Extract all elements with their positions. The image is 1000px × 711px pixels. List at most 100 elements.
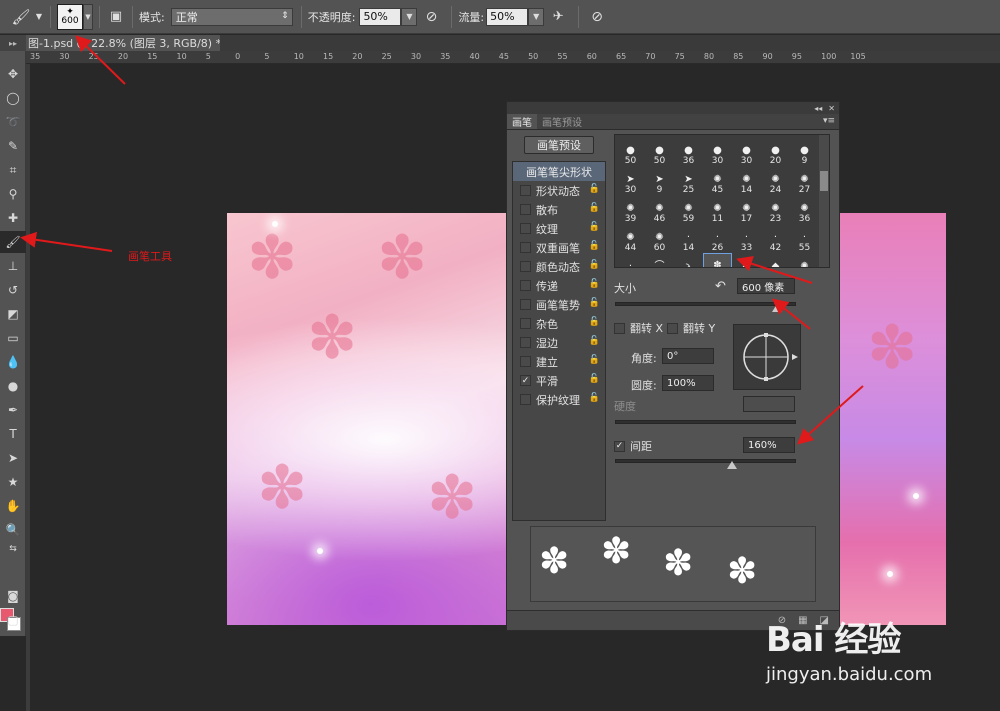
brush-tip-cell[interactable]: ✺ 45: [703, 166, 732, 195]
brush-tip-cell[interactable]: ✺ 14: [732, 166, 761, 195]
spacing-input[interactable]: 160%: [743, 437, 795, 453]
hand-tool-icon[interactable]: ✋: [0, 495, 26, 517]
toolbox-collapse-icon[interactable]: ▸▸: [0, 35, 26, 51]
brush-tip-cell[interactable]: ● 20: [761, 137, 790, 166]
brush-tip-cell[interactable]: ϡ134: [674, 253, 703, 267]
lock-icon[interactable]: 🔓: [589, 203, 600, 213]
size-slider-knob[interactable]: [772, 304, 782, 312]
flow-dropdown[interactable]: ▼: [528, 7, 545, 26]
lock-icon[interactable]: 🔓: [589, 298, 600, 308]
option-checkbox[interactable]: [520, 318, 531, 329]
brush-tip-cell[interactable]: ✺ 60: [645, 224, 674, 253]
brush-tip-cell[interactable]: ➤ 9: [645, 166, 674, 195]
brush-tip-cell[interactable]: ● 50: [616, 137, 645, 166]
brush-option-item[interactable]: 画笔笔势 🔓: [513, 295, 605, 314]
brush-panel-toggle-icon[interactable]: ▣: [106, 9, 126, 24]
blur-tool-icon[interactable]: 💧: [0, 351, 26, 373]
brush-tip-cell[interactable]: · 26: [703, 224, 732, 253]
flip-y-box[interactable]: [667, 322, 678, 334]
brush-option-item[interactable]: 纹理 🔓: [513, 219, 605, 238]
brush-tip-cell[interactable]: ● 30: [703, 137, 732, 166]
brush-tip-cell[interactable]: ✺ 36: [790, 195, 819, 224]
grid-scroll-thumb[interactable]: [820, 171, 828, 191]
spacing-check-box[interactable]: ✓: [614, 440, 625, 452]
brush-tip-shape-item[interactable]: 画笔笔尖形状: [513, 162, 605, 181]
reset-size-icon[interactable]: ↶: [715, 279, 726, 294]
angle-input[interactable]: 0°: [662, 348, 714, 364]
spacing-checkbox[interactable]: ✓ 间距: [614, 438, 652, 454]
size-input[interactable]: 600 像素: [737, 278, 795, 294]
brush-tip-cell[interactable]: ·70: [616, 253, 645, 267]
brush-option-item[interactable]: 双重画笔 🔓: [513, 238, 605, 257]
tab-brush-presets[interactable]: 画笔预设: [537, 114, 587, 129]
lock-icon[interactable]: 🔓: [589, 355, 600, 365]
pen-tool-icon[interactable]: ✒: [0, 399, 26, 421]
healing-brush-tool-icon[interactable]: ✚: [0, 207, 26, 229]
brush-tip-cell[interactable]: ✺ 46: [645, 195, 674, 224]
brush-tip-cell[interactable]: ✺ 17: [732, 195, 761, 224]
brush-tip-cell[interactable]: ● 30: [732, 137, 761, 166]
brush-tip-cell[interactable]: ✽74: [703, 253, 732, 267]
spacing-slider[interactable]: [615, 459, 796, 463]
brush-option-item[interactable]: 颜色动态 🔓: [513, 257, 605, 276]
brush-option-item[interactable]: 湿边 🔓: [513, 333, 605, 352]
tab-brush[interactable]: 画笔: [507, 114, 537, 129]
brush-option-item[interactable]: 散布 🔓: [513, 200, 605, 219]
lasso-tool-icon[interactable]: ➰: [0, 111, 26, 133]
move-tool-icon[interactable]: ✥: [0, 63, 26, 85]
lock-icon[interactable]: 🔓: [589, 222, 600, 232]
brush-tip-cell[interactable]: ✺90: [790, 253, 819, 267]
lock-icon[interactable]: 🔓: [589, 317, 600, 327]
flow-input[interactable]: 50%: [486, 7, 529, 26]
option-checkbox[interactable]: [520, 394, 531, 405]
pressure-opacity-icon[interactable]: ⊘: [417, 9, 445, 25]
option-checkbox[interactable]: [520, 223, 531, 234]
brush-size-picker[interactable]: ✦ 600: [57, 3, 83, 30]
spacing-slider-knob[interactable]: [727, 461, 737, 469]
swap-colors-icon[interactable]: ⇆: [0, 538, 26, 560]
lock-icon[interactable]: 🔓: [589, 374, 600, 384]
option-checkbox[interactable]: [520, 280, 531, 291]
brush-tip-cell[interactable]: ● 9: [790, 137, 819, 166]
pressure-size-icon[interactable]: ⊘: [585, 9, 609, 25]
brush-option-item[interactable]: 形状动态 🔓: [513, 181, 605, 200]
brush-tip-cell[interactable]: ✺ 27: [790, 166, 819, 195]
opacity-dropdown[interactable]: ▼: [401, 7, 418, 26]
flip-x-box[interactable]: [614, 322, 625, 334]
type-tool-icon[interactable]: T: [0, 423, 26, 445]
tool-preset-dropdown-icon[interactable]: ▼: [34, 12, 44, 21]
angle-roundness-widget[interactable]: [733, 324, 801, 390]
quick-mask-icon[interactable]: ◙: [0, 585, 26, 607]
brush-tip-cell[interactable]: · 33: [732, 224, 761, 253]
size-slider[interactable]: [615, 302, 796, 306]
grid-scrollbar[interactable]: [819, 135, 829, 267]
document-tab[interactable]: 图-1.psd @ 22.8% (图层 3, RGB/8) * ×: [26, 35, 220, 51]
collapse-panel-icon[interactable]: ◂◂: [814, 104, 822, 113]
brush-presets-button[interactable]: 画笔预设: [524, 136, 594, 154]
brush-tip-cell[interactable]: ✺ 11: [703, 195, 732, 224]
option-checkbox[interactable]: [520, 204, 531, 215]
brush-tip-cell[interactable]: ✺ 23: [761, 195, 790, 224]
lock-icon[interactable]: 🔓: [589, 279, 600, 289]
brush-tip-cell[interactable]: ➤ 25: [674, 166, 703, 195]
brush-option-item[interactable]: 传递 🔓: [513, 276, 605, 295]
brush-option-item[interactable]: 保护纹理 🔓: [513, 390, 605, 409]
brush-tip-cell[interactable]: · 14: [674, 224, 703, 253]
close-panel-icon[interactable]: ✕: [828, 104, 835, 113]
roundness-input[interactable]: 100%: [662, 375, 714, 391]
opacity-input[interactable]: 50%: [359, 7, 402, 26]
crop-tool-icon[interactable]: ⌗: [0, 159, 26, 181]
brush-tip-cell[interactable]: · 55: [790, 224, 819, 253]
lock-icon[interactable]: 🔓: [589, 260, 600, 270]
brush-tool-icon[interactable]: 🖌: [0, 231, 26, 253]
option-checkbox[interactable]: [520, 299, 531, 310]
option-checkbox[interactable]: [520, 337, 531, 348]
lock-icon[interactable]: 🔓: [589, 184, 600, 194]
shape-tool-icon[interactable]: ★: [0, 471, 26, 493]
panel-menu-icon[interactable]: ▾≡: [823, 116, 835, 126]
gradient-tool-icon[interactable]: ▭: [0, 327, 26, 349]
brush-tip-cell[interactable]: ✺ 59: [674, 195, 703, 224]
brush-option-item[interactable]: 杂色 🔓: [513, 314, 605, 333]
mode-select[interactable]: 正常 ⇕: [170, 7, 293, 26]
brush-option-item[interactable]: ✓ 平滑 🔓: [513, 371, 605, 390]
